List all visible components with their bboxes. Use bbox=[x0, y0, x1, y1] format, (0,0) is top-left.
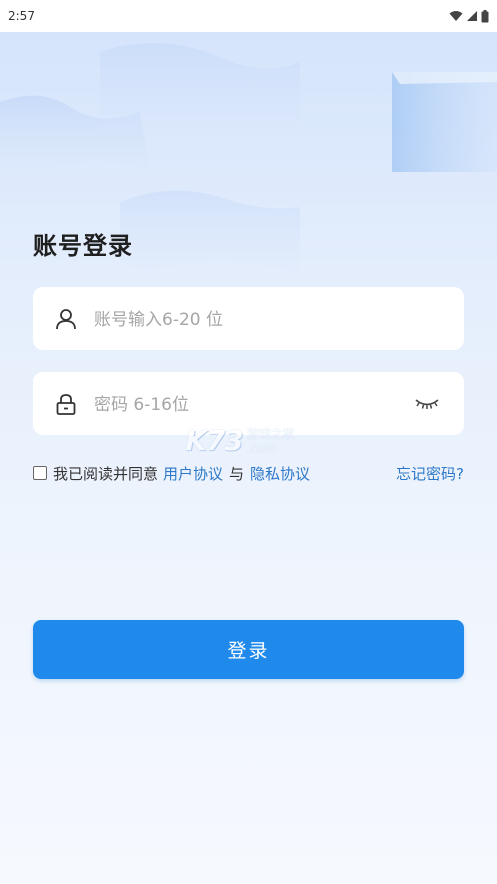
eye-closed-icon[interactable] bbox=[414, 396, 440, 412]
agreement-row: 我已阅读并同意 用户协议 与 隐私协议 忘记密码? bbox=[33, 462, 464, 484]
signal-icon bbox=[467, 11, 477, 21]
status-bar: 2:57 bbox=[0, 0, 497, 32]
forgot-password-link[interactable]: 忘记密码? bbox=[396, 463, 464, 484]
watermark-line2: .com bbox=[246, 440, 277, 455]
status-icons bbox=[449, 9, 489, 23]
user-agreement-link[interactable]: 用户协议 bbox=[163, 463, 223, 484]
lock-icon bbox=[56, 393, 76, 415]
login-button[interactable]: 登录 bbox=[33, 620, 464, 679]
password-field[interactable] bbox=[33, 372, 464, 437]
wifi-icon bbox=[449, 11, 463, 21]
battery-icon bbox=[481, 9, 489, 22]
user-icon bbox=[56, 308, 76, 329]
page-title: 账号登录 bbox=[33, 232, 133, 260]
privacy-agreement-link[interactable]: 隐私协议 bbox=[250, 463, 310, 484]
agreement-checkbox[interactable] bbox=[33, 466, 47, 480]
account-field[interactable] bbox=[33, 287, 464, 352]
agreement-conjunction: 与 bbox=[229, 464, 245, 483]
password-input[interactable] bbox=[92, 372, 404, 437]
account-input[interactable] bbox=[92, 287, 404, 352]
agreement-prefix: 我已阅读并同意 bbox=[53, 464, 159, 483]
status-time: 2:57 bbox=[8, 9, 35, 23]
